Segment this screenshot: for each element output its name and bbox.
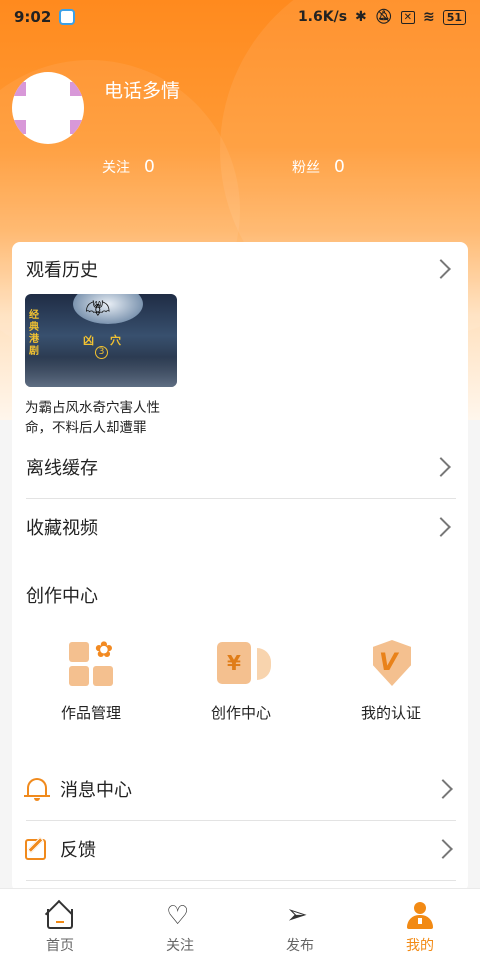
divider <box>26 820 456 821</box>
history-video-title[interactable]: 为霸占风水奇穴害人性命，不料后人却遭罪 <box>25 398 185 438</box>
offline-cache-row[interactable]: 离线缓存 <box>26 454 456 480</box>
chevron-right-icon <box>431 259 451 279</box>
send-plane-icon: ➢ <box>286 900 308 930</box>
tab-follow[interactable]: ♡ 关注 <box>120 889 240 960</box>
feedback-row[interactable]: 反馈 <box>24 836 456 862</box>
status-time: 9:02 <box>14 8 52 26</box>
fans-stat[interactable]: 粉丝 0 <box>292 157 345 177</box>
divider <box>26 880 456 881</box>
user-icon <box>404 901 436 931</box>
verification-shield-icon: V <box>367 640 415 688</box>
history-video-thumbnail[interactable]: 🦇︎ 经典港剧 凶穴 3 <box>25 294 177 387</box>
favorites-row[interactable]: 收藏视频 <box>26 514 456 540</box>
bell-icon <box>24 776 50 802</box>
tab-label: 首页 <box>46 938 74 954</box>
home-icon <box>44 899 76 931</box>
follow-label: 关注 <box>102 160 130 176</box>
app-notification-icon <box>59 9 76 25</box>
tool-label: 作品管理 <box>60 704 121 722</box>
divider <box>26 498 456 499</box>
creation-section-title: 创作中心 <box>26 586 98 607</box>
tab-label: 我的 <box>406 938 434 954</box>
bluetooth-icon: ✱ <box>355 9 367 25</box>
tab-label: 关注 <box>166 938 194 954</box>
tool-label: 我的认证 <box>360 704 421 722</box>
feedback-label: 反馈 <box>60 840 96 861</box>
fans-label: 粉丝 <box>292 160 320 176</box>
username[interactable]: 电话多情 <box>104 76 180 103</box>
messages-row[interactable]: 消息中心 <box>24 776 456 802</box>
mute-bell-icon: 🔕︎ <box>374 9 393 25</box>
follow-count: 0 <box>144 157 155 177</box>
thumb-title: 凶穴 <box>83 334 137 347</box>
thumb-side-text: 经典港剧 <box>29 310 39 357</box>
battery-icon: 51 <box>442 9 466 25</box>
avatar[interactable] <box>12 72 84 144</box>
tab-mine[interactable]: 我的 <box>360 889 480 960</box>
network-speed: 1.6K/s <box>297 9 348 25</box>
tool-creation-center[interactable]: ¥ 创作中心 <box>186 640 296 723</box>
sim-x-icon: ✕ <box>400 10 415 24</box>
tab-home[interactable]: 首页 <box>0 889 120 960</box>
chevron-right-icon <box>431 517 451 537</box>
messages-label: 消息中心 <box>60 780 132 801</box>
offline-cache-label: 离线缓存 <box>26 458 98 479</box>
chevron-right-icon <box>431 457 451 477</box>
chevron-right-icon <box>433 779 453 799</box>
main-card: 观看历史 🦇︎ 经典港剧 凶穴 3 为霸占风水奇穴害人性命，不料后人却遭罪 离线… <box>12 242 468 892</box>
fans-count: 0 <box>334 157 345 177</box>
favorites-label: 收藏视频 <box>26 518 98 539</box>
tool-works-manage[interactable]: ✿ 作品管理 <box>36 640 146 723</box>
history-row[interactable]: 观看历史 <box>26 256 456 282</box>
works-manage-icon: ✿ <box>67 640 115 688</box>
bottom-tab-bar: 首页 ♡ 关注 ➢ 发布 我的 <box>0 888 480 960</box>
history-title: 观看历史 <box>26 260 98 281</box>
edit-icon <box>24 836 50 862</box>
bat-icon: 🦇︎ <box>85 296 111 320</box>
tab-publish[interactable]: ➢ 发布 <box>240 889 360 960</box>
tool-verification[interactable]: V 我的认证 <box>336 640 446 723</box>
creation-center-icon: ¥ <box>217 640 271 688</box>
tool-label: 创作中心 <box>210 704 271 722</box>
wifi-icon: ≋ <box>422 9 435 25</box>
heart-planet-icon: ♡ <box>166 901 190 931</box>
status-bar: 9:02 1.6K/s ✱ 🔕︎ ✕ ≋ 51 <box>0 0 480 34</box>
chevron-right-icon <box>433 839 453 859</box>
tab-label: 发布 <box>286 938 314 954</box>
follow-stat[interactable]: 关注 0 <box>102 157 155 177</box>
